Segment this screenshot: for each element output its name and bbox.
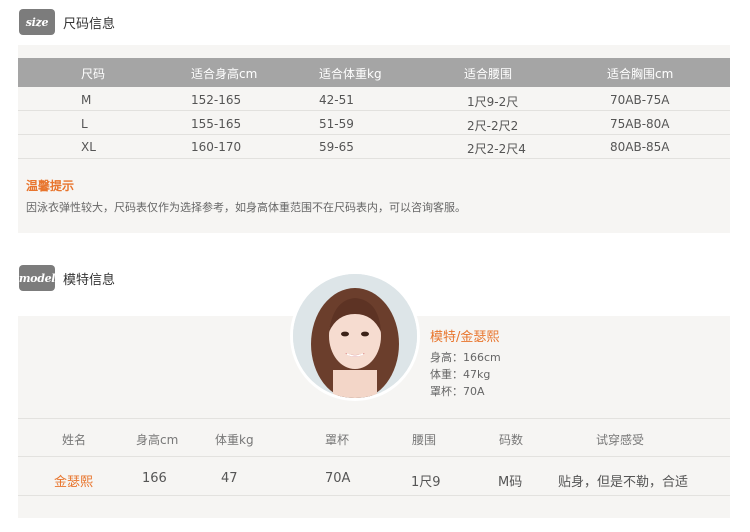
tips-text: 因泳衣弹性较大，尺码表仅作为选择参考，如身高体重范围不在尺码表内，可以咨询客服。: [26, 201, 466, 214]
model-cell-size: M码: [498, 475, 523, 490]
size-cell: XL: [81, 140, 96, 154]
model-header-waist: 腰围: [412, 433, 437, 447]
model-header-height: 身高cm: [136, 433, 179, 447]
model-header-cup: 罩杯: [325, 433, 350, 447]
model-header-feeling: 试穿感受: [596, 433, 645, 447]
size-header-bust: 适合胸围cm: [607, 67, 674, 81]
size-tag-badge: size: [19, 9, 55, 35]
size-cell: 70AB-75A: [610, 93, 670, 107]
size-table-grid: 尺码 适合身高cm 适合体重kg 适合腰围 适合胸围cm M 152-165 4…: [18, 58, 730, 159]
size-cell: 2尺2-2尺4: [467, 142, 526, 156]
size-row-line: [18, 110, 730, 111]
size-section-title: 尺码信息: [63, 16, 116, 32]
size-cell: 59-65: [319, 140, 354, 154]
model-header-size: 码数: [499, 433, 524, 447]
model-header-weight: 体重kg: [215, 433, 254, 447]
size-cell: 51-59: [319, 117, 354, 131]
size-cell: 42-51: [319, 93, 354, 107]
model-tag-badge: model: [19, 265, 55, 291]
size-cell: 155-165: [191, 117, 242, 131]
size-row-line: [18, 158, 730, 159]
model-section-title: 模特信息: [63, 272, 116, 288]
size-header-weight: 适合体重kg: [319, 67, 382, 81]
size-cell: 75AB-80A: [610, 117, 670, 131]
model-weight: 体重：47kg: [430, 368, 491, 381]
model-avatar: [290, 271, 420, 401]
model-cell-cup: 70A: [325, 471, 351, 486]
model-cell-height: 166: [142, 471, 167, 486]
size-header-size: 尺码: [81, 67, 106, 81]
model-height: 身高：166cm: [430, 351, 501, 364]
size-cell: L: [81, 117, 88, 131]
model-cell-feeling: 贴身，但是不勒，合适: [558, 475, 689, 490]
model-cell-name: 金瑟熙: [54, 475, 94, 490]
size-header-height: 适合身高cm: [191, 67, 258, 81]
size-row-line: [18, 134, 730, 135]
tips-title: 温馨提示: [26, 179, 75, 193]
size-cell: 160-170: [191, 140, 242, 154]
model-cup: 罩杯：70A: [430, 385, 485, 398]
model-table-line: [18, 418, 730, 419]
size-header-waist: 适合腰围: [464, 67, 513, 81]
size-cell: 1尺9-2尺: [467, 95, 519, 109]
size-cell: 80AB-85A: [610, 140, 670, 154]
model-name: 模特/金瑟熙: [430, 330, 500, 345]
model-portrait-image: [293, 274, 417, 398]
model-table-line: [18, 456, 730, 457]
model-header-name: 姓名: [62, 433, 87, 447]
size-section-header: size 尺码信息: [19, 9, 115, 35]
model-table-line: [18, 495, 730, 496]
model-cell-weight: 47: [221, 471, 238, 486]
size-cell: 152-165: [191, 93, 242, 107]
model-cell-waist: 1尺9: [411, 475, 441, 490]
model-table: 姓名 身高cm 体重kg 罩杯 腰围 码数 试穿感受 金瑟熙 166 47 70…: [18, 418, 730, 496]
model-section-header: model 模特信息: [19, 265, 115, 291]
size-cell: 2尺-2尺2: [467, 119, 519, 133]
size-cell: M: [81, 93, 92, 107]
